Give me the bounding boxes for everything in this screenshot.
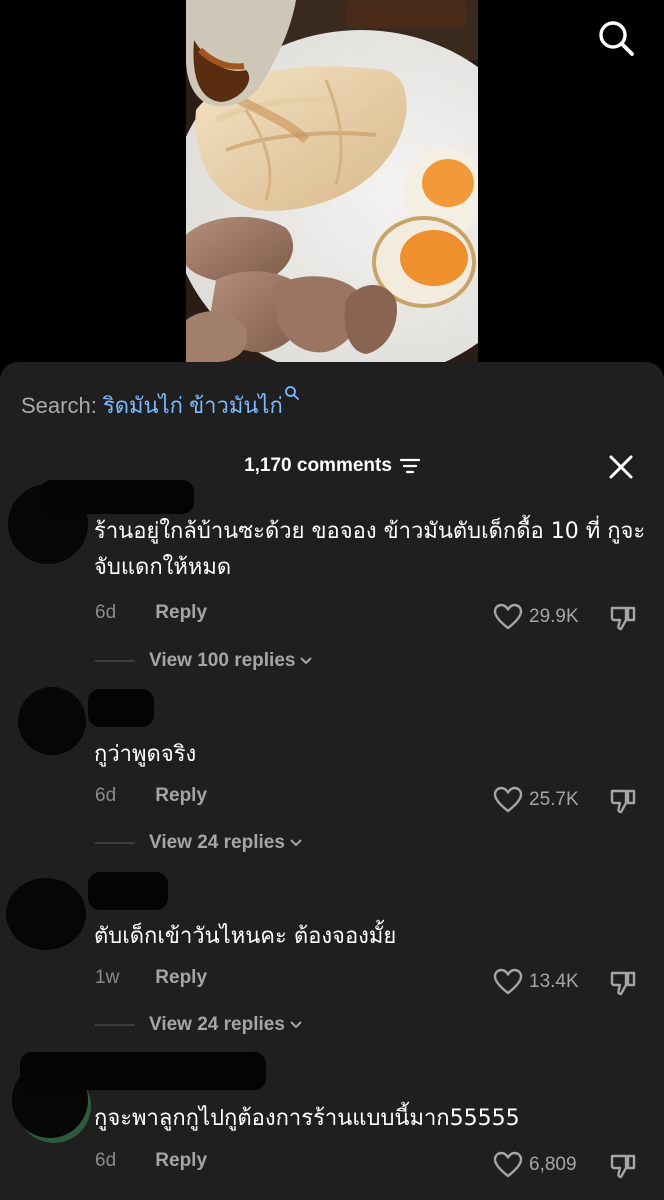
- sort-icon[interactable]: [399, 458, 420, 474]
- comment-meta: 1w Reply: [95, 967, 207, 997]
- like-button[interactable]: 6,809: [493, 1150, 577, 1180]
- comment-time: 6d: [95, 1150, 117, 1171]
- comment-text: ตับเด็กเข้าวันไหนคะ ต้องจองมั้ย: [94, 924, 397, 949]
- search-prefix: Search:: [21, 393, 97, 418]
- username-redacted[interactable]: [40, 480, 194, 514]
- comment-item: กูจะพาลูกกูไปกูต้องการร้านแบบนี้มาก55555…: [0, 1052, 664, 1200]
- like-button[interactable]: 25.7K: [493, 785, 579, 815]
- reply-button[interactable]: Reply: [155, 602, 207, 623]
- view-replies-label: View 24 replies: [149, 832, 285, 853]
- heart-icon: [493, 603, 523, 630]
- comment-time: 6d: [95, 602, 117, 623]
- username-redacted[interactable]: [20, 1052, 266, 1090]
- like-count: 6,809: [529, 1154, 577, 1175]
- comment-count: 1,170 comments: [244, 455, 392, 476]
- username-redacted[interactable]: [88, 689, 154, 727]
- heart-icon: [493, 1151, 523, 1178]
- view-replies-button[interactable]: View 24 replies: [95, 1011, 303, 1039]
- thumbs-down-icon[interactable]: [608, 1150, 638, 1180]
- avatar[interactable]: [18, 687, 86, 755]
- thumbs-down-icon[interactable]: [608, 785, 638, 815]
- like-button[interactable]: 13.4K: [493, 967, 579, 997]
- search-suggestion[interactable]: Search: ริดมันไก่ ข้าวมันไก่: [21, 386, 300, 423]
- view-replies-label: View 100 replies: [149, 650, 296, 671]
- like-count: 29.9K: [529, 606, 579, 627]
- video-thumbnail-image: [186, 0, 478, 362]
- reply-button[interactable]: Reply: [155, 967, 207, 988]
- view-replies-button[interactable]: View 100 replies: [95, 647, 313, 675]
- chevron-down-icon: [290, 839, 302, 847]
- comment-item: ร้านอยู่ใกล้บ้านซะด้วย ขอจอง ข้าวมันตับเ…: [0, 476, 664, 676]
- comment-time: 6d: [95, 785, 117, 806]
- thumbs-down-icon[interactable]: [608, 602, 638, 632]
- view-replies-label: View 24 replies: [149, 1014, 285, 1035]
- search-icon[interactable]: [596, 18, 636, 58]
- comment-item: ตับเด็กเข้าวันไหนคะ ต้องจองมั้ย 1w Reply…: [0, 870, 664, 1045]
- comment-time: 1w: [95, 967, 120, 988]
- chevron-down-icon: [290, 1021, 302, 1029]
- thumbs-down-icon[interactable]: [608, 967, 638, 997]
- reply-button[interactable]: Reply: [155, 1150, 207, 1171]
- comment-meta: 6d Reply: [95, 1150, 207, 1180]
- like-count: 13.4K: [529, 971, 579, 992]
- username-redacted[interactable]: [88, 872, 168, 910]
- video-player[interactable]: [0, 0, 664, 362]
- comment-item: กูว่าพูดจริง 6d Reply 25.7K View 24 repl…: [0, 687, 664, 862]
- search-query-link[interactable]: ริดมันไก่ ข้าวมันไก่: [103, 393, 283, 418]
- comment-meta: 6d Reply: [95, 602, 207, 632]
- comments-sheet: Search: ริดมันไก่ ข้าวมันไก่ 1,170 comme…: [0, 362, 664, 1200]
- view-replies-button[interactable]: View 24 replies: [95, 829, 303, 857]
- comment-text: ร้านอยู่ใกล้บ้านซะด้วย ขอจอง ข้าวมันตับเ…: [94, 519, 646, 580]
- like-button[interactable]: 29.9K: [493, 602, 579, 632]
- like-count: 25.7K: [529, 789, 579, 810]
- comment-meta: 6d Reply: [95, 785, 207, 815]
- reply-button[interactable]: Reply: [155, 785, 207, 806]
- heart-icon: [493, 968, 523, 995]
- comment-text: กูว่าพูดจริง: [94, 742, 197, 767]
- heart-icon: [493, 786, 523, 813]
- comment-text: กูจะพาลูกกูไปกูต้องการร้านแบบนี้มาก55555: [94, 1106, 520, 1131]
- chevron-down-icon: [300, 657, 313, 665]
- video-frame[interactable]: [186, 0, 478, 362]
- avatar[interactable]: [6, 878, 86, 950]
- search-mini-icon: [284, 386, 299, 400]
